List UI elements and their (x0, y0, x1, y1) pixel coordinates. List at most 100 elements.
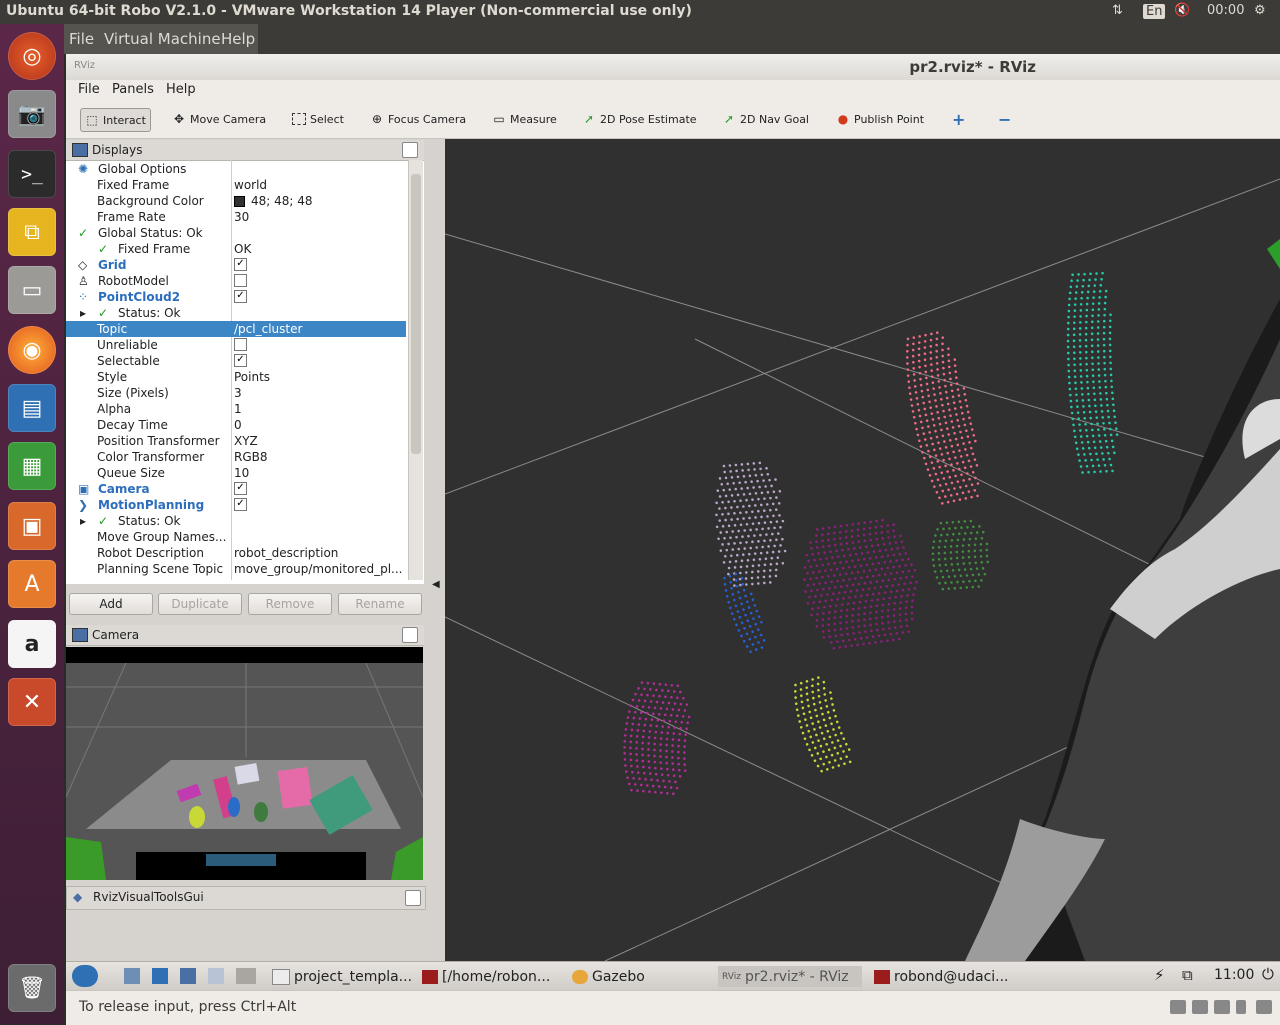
tool-interact[interactable]: ⬚ Interact (80, 108, 151, 132)
vm-menu-help[interactable]: Help (221, 30, 255, 48)
duplicate-display-button[interactable]: Duplicate (158, 593, 242, 615)
camera-icon[interactable]: 📷 (8, 90, 56, 138)
tree-row-background-color[interactable]: Background Color 48; 48; 48 (66, 193, 406, 209)
tree-row-position-transformer[interactable]: Position Transformer XYZ (66, 433, 406, 449)
network-device-icon[interactable] (1214, 1000, 1230, 1014)
visual-tools-checkbox[interactable] (405, 890, 421, 906)
ubuntu-dash-icon[interactable]: ◎ (8, 32, 56, 80)
rviz-menu-help[interactable]: Help (166, 82, 196, 97)
row-value[interactable]: move_group/monitored_pl... (234, 561, 403, 577)
power-plug-icon[interactable]: ⚡ (1154, 966, 1165, 984)
task-robond-terminal[interactable]: robond@udaci... (874, 966, 1009, 987)
row-value[interactable]: 3 (234, 385, 242, 401)
hdd-device-icon[interactable] (1170, 1000, 1186, 1014)
start-menu-icon[interactable] (72, 965, 98, 987)
expand-arrow-icon[interactable]: ▸ (80, 305, 86, 321)
add-tool-button[interactable]: + (948, 108, 969, 130)
camera-enabled-checkbox[interactable]: ✓ (234, 482, 247, 495)
rviz-menu-file[interactable]: File (78, 82, 100, 97)
rename-display-button[interactable]: Rename (338, 593, 422, 615)
firefox-icon[interactable]: ◉ (8, 326, 56, 374)
vm-menu-virtual-machine[interactable]: Virtual Machine (104, 30, 221, 48)
calc-icon[interactable]: ▦ (8, 442, 56, 490)
files-icon[interactable]: ▭ (8, 266, 56, 314)
selectable-checkbox[interactable]: ✓ (234, 354, 247, 367)
tree-row-size[interactable]: Size (Pixels) 3 (66, 385, 406, 401)
remove-tool-button[interactable]: − (994, 108, 1015, 130)
tree-row-motion-status[interactable]: ▸ ✓ Status: Ok (66, 513, 406, 529)
network-manager-icon[interactable] (152, 968, 168, 984)
tree-row-robot-description[interactable]: Robot Description robot_description (66, 545, 406, 561)
tree-row-color-transformer[interactable]: Color Transformer RGB8 (66, 449, 406, 465)
tree-row-planning-scene-topic[interactable]: Planning Scene Topic move_group/monitored… (66, 561, 406, 577)
row-value[interactable]: 48; 48; 48 (251, 193, 313, 209)
rviz-menu-panels[interactable]: Panels (112, 82, 154, 97)
logout-icon[interactable]: ⏻ (1262, 965, 1274, 983)
row-value[interactable]: 10 (234, 465, 249, 481)
tree-row-global-options[interactable]: ✺ Global Options (66, 161, 406, 177)
tree-row-fixed-frame-status[interactable]: ✓ Fixed Frame OK (66, 241, 406, 257)
panel-float-checkbox[interactable] (402, 142, 418, 158)
tree-row-pointcloud-status[interactable]: ▸ ✓ Status: Ok (66, 305, 406, 321)
vm-menu-file[interactable]: File (69, 30, 94, 48)
tool-focus-camera[interactable]: ⊕ Focus Camera (366, 108, 470, 130)
row-value[interactable]: XYZ (234, 433, 258, 449)
row-value[interactable]: /pcl_cluster (234, 321, 302, 337)
show-desktop-icon[interactable] (124, 968, 140, 984)
keyboard-layout-indicator[interactable]: En (1143, 4, 1166, 19)
camera-panel-checkbox[interactable] (402, 627, 418, 643)
rviz-3d-viewport[interactable] (445, 139, 1280, 961)
network-status-icon[interactable]: ⧉ (1182, 966, 1193, 984)
guest-clock[interactable]: 11:00 (1214, 967, 1254, 983)
software-center-icon[interactable]: A (8, 560, 56, 608)
tree-row-global-status[interactable]: ✓ Global Status: Ok (66, 225, 406, 241)
tree-row-motion-planning[interactable]: ❯ MotionPlanning ✓ (66, 497, 406, 513)
vmware-tools-icon[interactable]: ⧉ (8, 208, 56, 256)
tool-select[interactable]: Select (288, 108, 348, 130)
clock[interactable]: 00:00 (1207, 3, 1244, 18)
workspace-switcher[interactable] (236, 968, 256, 984)
terminal-icon[interactable]: >_ (8, 150, 56, 198)
expand-arrow-icon[interactable]: ▸ (80, 513, 86, 529)
panel-splitter[interactable]: ◀ (430, 139, 444, 961)
unreliable-checkbox[interactable] (234, 338, 247, 351)
task-rviz[interactable]: RViz pr2.rviz* - RViz (718, 966, 862, 987)
power-icon[interactable]: ⚙ (1254, 3, 1266, 18)
volume-muted-icon[interactable]: 🔇 (1174, 3, 1190, 18)
tool-2d-nav-goal[interactable]: ➚ 2D Nav Goal (718, 108, 813, 130)
tree-row-selectable[interactable]: Selectable ✓ (66, 353, 406, 369)
tree-row-queue-size[interactable]: Queue Size 10 (66, 465, 406, 481)
row-value[interactable]: robot_description (234, 545, 338, 561)
tree-row-topic[interactable]: Topic/pcl_cluster (66, 321, 406, 337)
row-value[interactable]: 30 (234, 209, 249, 225)
sound-device-icon[interactable] (1256, 1000, 1272, 1014)
trash-icon[interactable]: 🗑 (8, 964, 56, 1012)
tree-row-camera[interactable]: ▣ Camera ✓ (66, 481, 406, 497)
row-value[interactable]: Points (234, 369, 270, 385)
amazon-icon[interactable]: a (8, 620, 56, 668)
tree-row-unreliable[interactable]: Unreliable (66, 337, 406, 353)
remove-display-button[interactable]: Remove (248, 593, 332, 615)
rviz-launch-icon[interactable] (208, 968, 224, 984)
tool-move-camera[interactable]: ✥ Move Camera (168, 108, 270, 130)
network-icon[interactable]: ⇅ (1112, 3, 1123, 18)
displays-scrollbar[interactable] (408, 160, 423, 580)
tree-row-frame-rate[interactable]: Frame Rate 30 (66, 209, 406, 225)
add-display-button[interactable]: Add (69, 593, 153, 615)
impress-icon[interactable]: ▣ (8, 502, 56, 550)
motion-planning-enabled-checkbox[interactable]: ✓ (234, 498, 247, 511)
tree-row-decay-time[interactable]: Decay Time 0 (66, 417, 406, 433)
robot-model-enabled-checkbox[interactable] (234, 274, 247, 287)
tree-row-move-group-names[interactable]: Move Group Names... (66, 529, 406, 545)
tree-row-fixed-frame[interactable]: Fixed Frame world (66, 177, 406, 193)
grid-enabled-checkbox[interactable]: ✓ (234, 258, 247, 271)
row-value[interactable]: RGB8 (234, 449, 268, 465)
task-gazebo[interactable]: Gazebo (572, 966, 645, 987)
tool-publish-point[interactable]: ● Publish Point (832, 108, 928, 130)
usb-device-icon[interactable] (1236, 1000, 1246, 1014)
row-value[interactable]: 1 (234, 401, 242, 417)
scrollbar-thumb[interactable] (411, 174, 421, 454)
tree-row-style[interactable]: Style Points (66, 369, 406, 385)
task-project-template[interactable]: project_templa... (272, 966, 412, 987)
tree-row-robot-model[interactable]: ♙ RobotModel (66, 273, 406, 289)
